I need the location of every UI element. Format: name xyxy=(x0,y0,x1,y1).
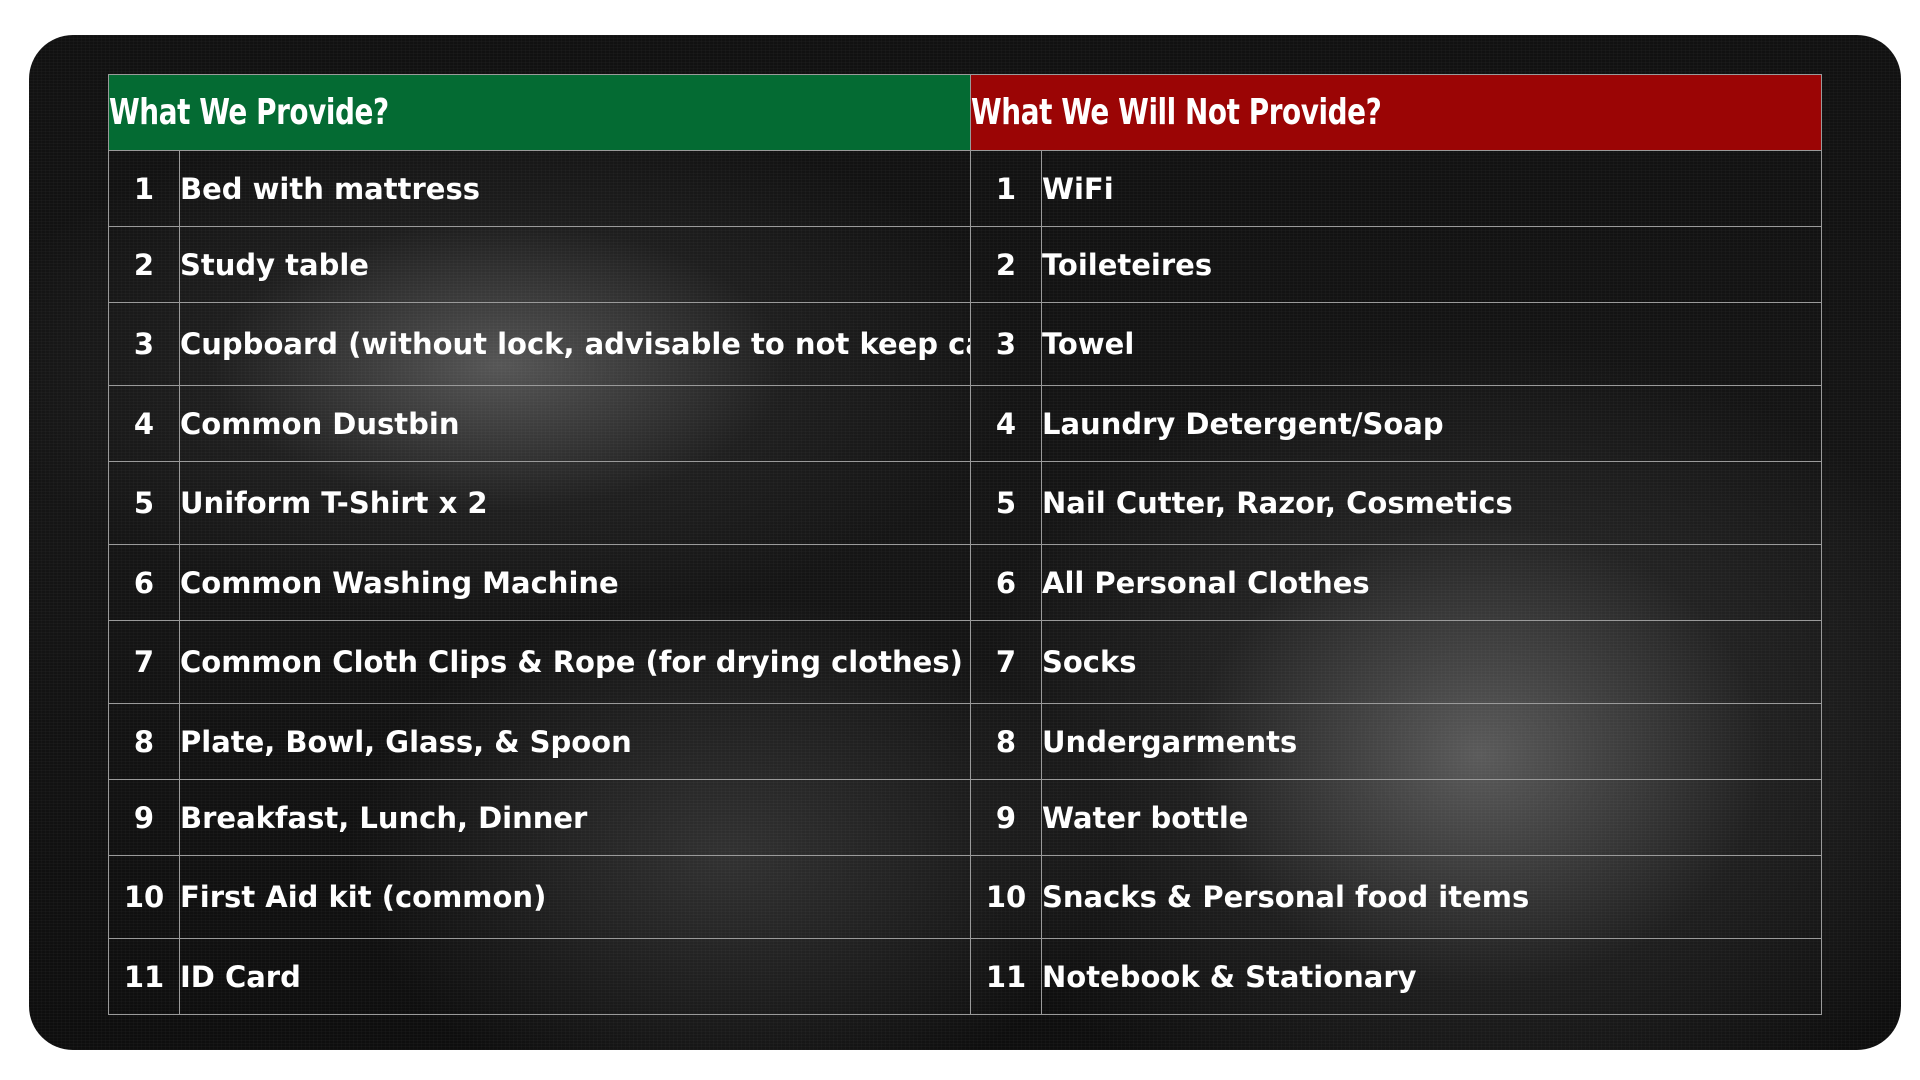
not-provide-item: Towel xyxy=(1040,302,1823,386)
provide-item: Common Dustbin xyxy=(179,385,971,462)
provide-item: Common Washing Machine xyxy=(179,544,971,621)
table-row: 3 Cupboard (without lock, advisable to n… xyxy=(108,302,1823,386)
not-provide-item: Nail Cutter, Razor, Cosmetics xyxy=(1040,461,1823,545)
provide-item: Plate, Bowl, Glass, & Spoon xyxy=(179,703,971,780)
provide-title: What We Provide? xyxy=(109,92,389,133)
provide-number: 5 xyxy=(108,461,180,545)
not-provide-item: Snacks & Personal food items xyxy=(1040,855,1823,939)
not-provide-item: Socks xyxy=(1040,620,1823,704)
not-provide-item: Laundry Detergent/Soap xyxy=(1040,385,1823,462)
not-provide-number: 6 xyxy=(970,544,1042,621)
table-row: 10 First Aid kit (common) 10 Snacks & Pe… xyxy=(108,855,1823,939)
provide-number: 6 xyxy=(108,544,180,621)
provide-item: Common Cloth Clips & Rope (for drying cl… xyxy=(179,620,971,704)
not-provide-number: 8 xyxy=(970,703,1042,780)
not-provide-item: WiFi xyxy=(1040,150,1823,227)
not-provide-item: Undergarments xyxy=(1040,703,1823,780)
table-row: 2 Study table 2 Toileteires xyxy=(108,226,1823,303)
provide-number: 3 xyxy=(108,302,180,386)
not-provide-number: 10 xyxy=(970,855,1042,939)
not-provide-number: 11 xyxy=(970,938,1042,1015)
not-provide-header: What We Will Not Provide? xyxy=(969,74,1823,151)
provide-header: What We Provide? xyxy=(108,74,971,151)
table-row: 8 Plate, Bowl, Glass, & Spoon 8 Undergar… xyxy=(108,703,1823,780)
provide-number: 10 xyxy=(108,855,180,939)
table-row: 1 Bed with mattress 1 WiFi xyxy=(108,150,1823,227)
table-row: 9 Breakfast, Lunch, Dinner 9 Water bottl… xyxy=(108,779,1823,856)
provide-number: 9 xyxy=(108,779,180,856)
not-provide-number: 3 xyxy=(970,302,1042,386)
provide-item: Uniform T-Shirt x 2 xyxy=(179,461,971,545)
not-provide-item: Water bottle xyxy=(1040,779,1823,856)
provide-number: 7 xyxy=(108,620,180,704)
provide-number: 1 xyxy=(108,150,180,227)
not-provide-number: 9 xyxy=(970,779,1042,856)
provide-item: First Aid kit (common) xyxy=(179,855,971,939)
provide-item: Cupboard (without lock, advisable to not… xyxy=(179,302,971,386)
provide-number: 2 xyxy=(108,226,180,303)
table-row: 4 Common Dustbin 4 Laundry Detergent/Soa… xyxy=(108,385,1823,462)
table-row: 11 ID Card 11 Notebook & Stationary xyxy=(108,938,1823,1015)
table-row: 6 Common Washing Machine 6 All Personal … xyxy=(108,544,1823,621)
not-provide-item: Toileteires xyxy=(1040,226,1823,303)
not-provide-item: Notebook & Stationary xyxy=(1040,938,1823,1015)
not-provide-number: 5 xyxy=(970,461,1042,545)
not-provide-number: 2 xyxy=(970,226,1042,303)
table-row: 7 Common Cloth Clips & Rope (for drying … xyxy=(108,620,1823,704)
provide-item: Bed with mattress xyxy=(179,150,971,227)
provide-number: 8 xyxy=(108,703,180,780)
not-provide-title: What We Will Not Provide? xyxy=(971,92,1382,133)
provision-table: What We Provide? What We Will Not Provid… xyxy=(108,74,1823,1015)
not-provide-number: 4 xyxy=(970,385,1042,462)
provide-number: 11 xyxy=(108,938,180,1015)
provide-item: Study table xyxy=(179,226,971,303)
table-row: 5 Uniform T-Shirt x 2 5 Nail Cutter, Raz… xyxy=(108,461,1823,545)
provide-item: Breakfast, Lunch, Dinner xyxy=(179,779,971,856)
not-provide-item: All Personal Clothes xyxy=(1040,544,1823,621)
not-provide-number: 1 xyxy=(970,150,1042,227)
provide-number: 4 xyxy=(108,385,180,462)
not-provide-number: 7 xyxy=(970,620,1042,704)
provide-item: ID Card xyxy=(179,938,971,1015)
header-row: What We Provide? What We Will Not Provid… xyxy=(108,74,1823,151)
